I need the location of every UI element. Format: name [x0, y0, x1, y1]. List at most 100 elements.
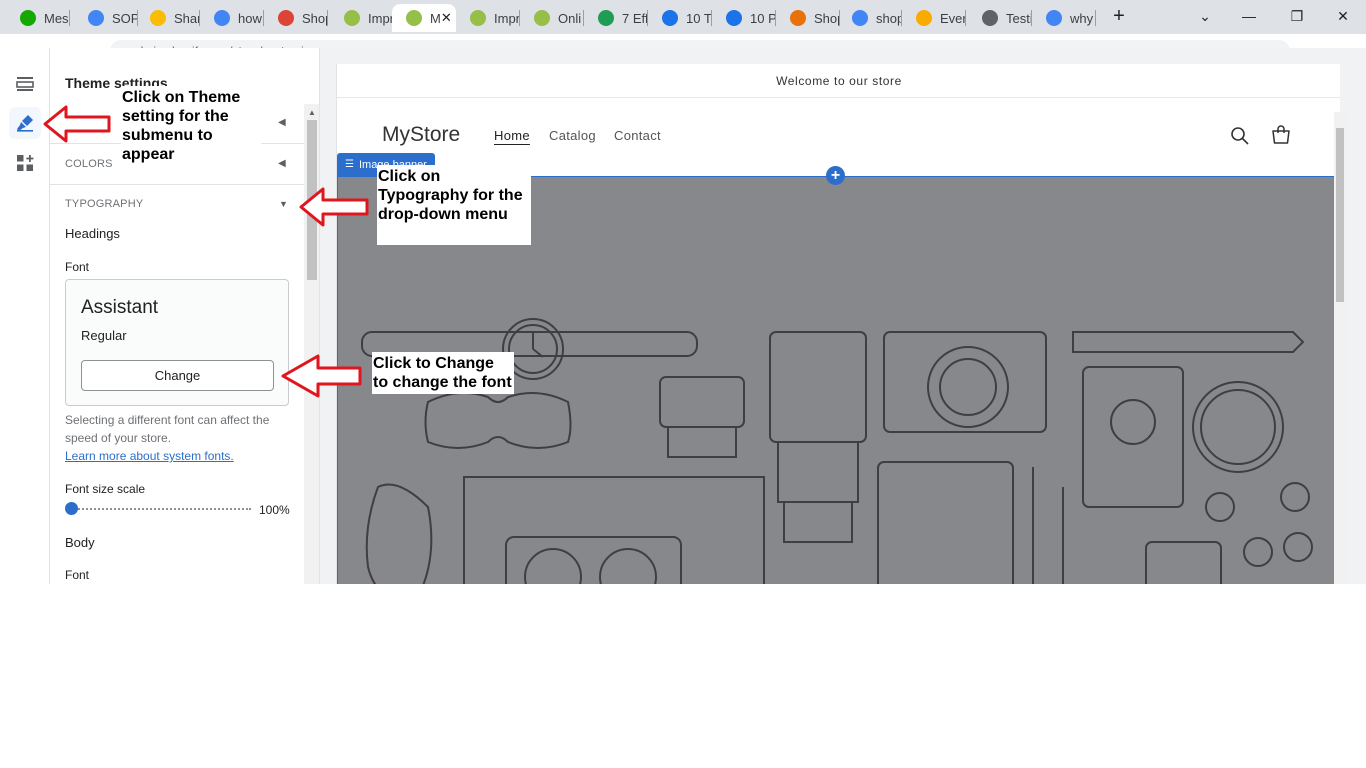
tab-separator — [69, 10, 70, 26]
google-icon — [214, 10, 230, 26]
url-field[interactable]: admin.shopify.com/store/customize — [110, 40, 1290, 48]
browser-tab[interactable]: Shop — [264, 4, 328, 32]
chrome-icon — [278, 10, 294, 26]
preview-scroll-thumb[interactable] — [1336, 128, 1344, 302]
tab-strip: MesSOPSharhowShopImprM✕ImprOnli7 Eff10 T… — [0, 0, 1366, 34]
announcement-bar: Welcome to our store — [337, 64, 1340, 98]
close-tab-icon[interactable]: ✕ — [441, 10, 452, 26]
tab-label: SOP — [112, 10, 138, 26]
store-logo[interactable]: MyStore — [382, 123, 460, 147]
screenshot: MesSOPSharhowShopImprM✕ImprOnli7 Eff10 T… — [0, 0, 1366, 584]
new-tab-button[interactable]: + — [1096, 0, 1142, 32]
font-size-scale-value: 100% — [259, 503, 290, 517]
tab-label: shop — [876, 10, 902, 26]
browser-tab[interactable]: Ever — [902, 4, 966, 32]
browser-tab[interactable]: 7 Eff — [584, 4, 648, 32]
headings-label: Headings — [65, 226, 120, 241]
tab-separator — [327, 10, 328, 26]
search-icon[interactable] — [1230, 126, 1250, 151]
tab-label: Onli — [558, 10, 582, 26]
panel-scrollbar[interactable]: ▲ — [304, 104, 319, 584]
arrow-left-icon — [281, 354, 362, 398]
preview-scrollbar[interactable] — [1334, 112, 1346, 584]
browser-tab[interactable]: Shop — [776, 4, 840, 32]
google-icon — [852, 10, 868, 26]
shopify-icon — [344, 10, 360, 26]
restore-icon[interactable]: ❐ — [1274, 0, 1320, 32]
chevron-left-icon: ◀ — [278, 158, 286, 169]
tab-label: how — [238, 10, 262, 26]
cart-icon[interactable] — [1270, 124, 1292, 151]
arrow-left-icon — [43, 105, 111, 143]
shopify-icon — [406, 10, 422, 26]
browser-tab[interactable]: 10 T — [648, 4, 712, 32]
minimize-icon[interactable]: — — [1226, 0, 1272, 32]
store-preview: Welcome to our store MyStore Home Catalo… — [336, 64, 1340, 584]
chevron-down-icon: ▼ — [279, 199, 288, 209]
settings-section-typography[interactable]: TYPOGRAPHY ▼ — [50, 185, 304, 225]
upwork-icon — [20, 10, 36, 26]
drive-icon — [150, 10, 166, 26]
pencil-icon — [916, 10, 932, 26]
font-style: Regular — [81, 328, 127, 343]
headings-font-label: Font — [65, 260, 90, 274]
chevron-left-icon: ◀ — [278, 117, 286, 128]
browser-tab[interactable]: Mes — [6, 4, 70, 32]
tab-label: M — [430, 10, 441, 26]
o-icon — [790, 10, 806, 26]
slider-handle[interactable] — [65, 502, 78, 515]
browser-tab[interactable]: Testi — [968, 4, 1032, 32]
nav-contact[interactable]: Contact — [614, 128, 661, 143]
browser-tab[interactable]: how — [200, 4, 264, 32]
shopify-icon — [470, 10, 486, 26]
tab-label: 7 Eff — [622, 10, 648, 26]
tab-label: Ever — [940, 10, 966, 26]
system-fonts-link[interactable]: Learn more about system fonts. — [65, 449, 234, 463]
font-size-scale-slider[interactable] — [65, 502, 255, 515]
help-text: Selecting a different font can affect th… — [65, 413, 270, 445]
docs-icon — [88, 10, 104, 26]
section-label-typography: TYPOGRAPHY — [65, 198, 144, 210]
tab-label: why — [1070, 10, 1094, 26]
browser-tab[interactable]: M ✕ — [392, 4, 456, 32]
font-picker-card: Assistant Regular Change — [65, 279, 289, 406]
browser-tab[interactable]: why — [1032, 4, 1096, 32]
browser-tab[interactable]: Impr — [456, 4, 520, 32]
nav-catalog[interactable]: Catalog — [549, 128, 596, 143]
change-font-button[interactable]: Change — [81, 360, 274, 391]
close-window-icon[interactable]: ✕ — [1320, 0, 1366, 32]
nav-home[interactable]: Home — [494, 128, 530, 143]
slider-track — [71, 508, 251, 511]
body-font-label: Font — [65, 568, 90, 582]
tab-label: 10 P — [750, 10, 776, 26]
tab-separator — [965, 10, 966, 26]
sections-icon[interactable] — [9, 68, 41, 100]
browser-tab[interactable]: shop — [838, 4, 902, 32]
tab-label: Shar — [174, 10, 200, 26]
browser-tab[interactable]: Shar — [136, 4, 200, 32]
app-embeds-icon[interactable] — [9, 147, 41, 179]
shopify-icon — [534, 10, 550, 26]
browser-tab[interactable]: Impr — [330, 4, 394, 32]
annotation-theme-settings: Click on Theme setting for the submenu t… — [121, 86, 261, 166]
tab-search-icon[interactable]: ⌄ — [1182, 0, 1228, 32]
tab-label: Testi — [1006, 10, 1032, 26]
browser-tab[interactable]: SOP — [74, 4, 138, 32]
section-label-colors: COLORS — [65, 158, 113, 170]
font-help-text: Selecting a different font can affect th… — [65, 411, 290, 465]
add-section-plus-icon[interactable]: + — [826, 166, 845, 185]
browser-tab[interactable]: 10 P — [712, 4, 776, 32]
theme-settings-brush-icon[interactable] — [9, 107, 41, 139]
tab-label: 10 T — [686, 10, 712, 26]
font-size-scale-label: Font size scale — [65, 482, 146, 496]
google-icon — [1046, 10, 1062, 26]
tab-label: Shop — [814, 10, 840, 26]
arrow-left-icon — [299, 187, 369, 227]
address-bar[interactable]: admin.shopify.com/store/customize — [0, 34, 1366, 48]
triangle-icon — [726, 10, 742, 26]
browser-tab[interactable]: Onli — [520, 4, 584, 32]
scroll-up-icon[interactable]: ▲ — [308, 108, 316, 117]
triangle-icon — [662, 10, 678, 26]
font-name: Assistant — [81, 297, 159, 318]
annotation-typography: Click on Typography for the drop-down me… — [377, 165, 531, 245]
